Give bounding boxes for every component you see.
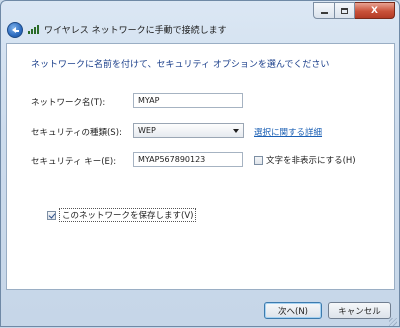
save-network-label: このネットワークを保存します(V) — [59, 208, 197, 222]
hide-characters-label: 文字を非表示にする(H) — [266, 156, 356, 166]
maximize-button[interactable] — [335, 2, 355, 19]
close-button[interactable]: X — [355, 2, 395, 19]
button-bar: 次へ(N) キャンセル — [1, 291, 399, 328]
back-arrow-icon[interactable] — [7, 22, 23, 38]
security-type-label: セキュリティの種類(S): — [31, 128, 122, 138]
next-button[interactable]: 次へ(N) — [264, 302, 322, 319]
close-icon: X — [371, 5, 378, 16]
security-type-value: WEP — [138, 126, 156, 135]
maximize-icon — [341, 7, 348, 14]
hide-characters-checkbox-box[interactable] — [254, 155, 263, 165]
window-title: ワイヤレス ネットワークに手動で接続します — [44, 26, 227, 36]
security-help-link[interactable]: 選択に関する詳細 — [254, 126, 322, 138]
save-network-checkbox-box[interactable] — [47, 210, 56, 220]
wireless-network-icon — [28, 24, 40, 34]
security-key-input[interactable]: MYAP567890123 — [133, 152, 243, 167]
content-panel: ネットワークに名前を付けて、セキュリティ オプションを選んでください ネットワー… — [6, 43, 395, 290]
network-name-label: ネットワーク名(T): — [31, 98, 106, 108]
cancel-button[interactable]: キャンセル — [328, 302, 391, 319]
security-key-label: セキュリティ キー(E): — [31, 157, 117, 167]
dialog-window: ワイヤレス ネットワークに手動で接続します X ネットワークに名前を付けて、セキ… — [0, 0, 400, 327]
minimize-button[interactable] — [313, 2, 335, 19]
network-name-input[interactable]: MYAP — [133, 93, 243, 108]
hide-characters-checkbox[interactable]: 文字を非表示にする(H) — [254, 154, 356, 166]
minimize-icon — [320, 12, 328, 14]
security-type-select[interactable]: WEP — [133, 123, 244, 138]
chevron-down-icon — [233, 129, 239, 133]
resize-grip-icon[interactable] — [389, 318, 397, 326]
window-controls: X — [313, 2, 395, 19]
save-network-checkbox[interactable]: このネットワークを保存します(V) — [47, 208, 197, 222]
title-bar: ワイヤレス ネットワークに手動で接続します X — [1, 1, 399, 41]
page-heading: ネットワークに名前を付けて、セキュリティ オプションを選んでください — [31, 60, 330, 70]
